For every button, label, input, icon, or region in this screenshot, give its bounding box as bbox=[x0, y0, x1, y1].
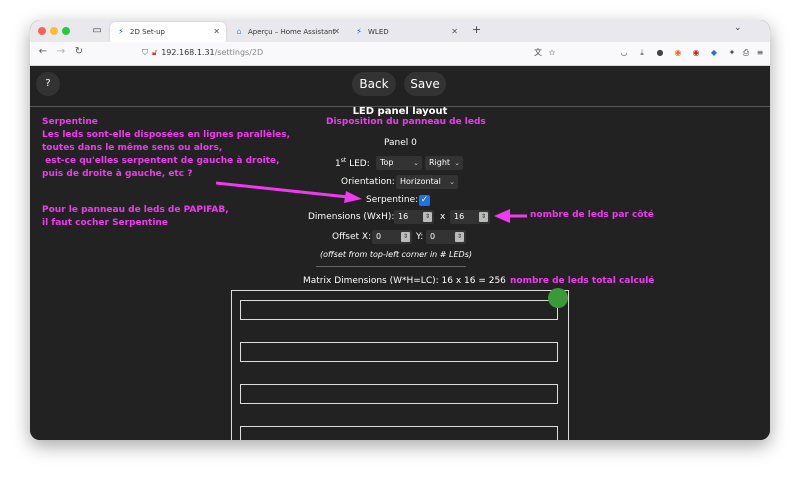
url-host: 192.168.1.31 bbox=[161, 48, 215, 57]
extensions-icon[interactable]: ✦ bbox=[726, 46, 738, 60]
close-tab-icon[interactable]: ✕ bbox=[333, 22, 340, 42]
tab-bar: ▭ ⚡ 2D Set-up ✕ ⌂ Aperçu – Home Assistan… bbox=[30, 20, 770, 42]
share-icon[interactable]: ⎙ bbox=[740, 46, 752, 60]
tab-label: WLED bbox=[368, 28, 389, 36]
close-tab-icon[interactable]: ✕ bbox=[213, 22, 220, 42]
downloads-icon[interactable]: ⤓ bbox=[636, 46, 648, 60]
serpentine-arrowhead-icon bbox=[344, 191, 362, 203]
extension-orange-icon[interactable]: ◉ bbox=[672, 46, 684, 60]
tab-wled[interactable]: ⚡ WLED ✕ bbox=[348, 22, 464, 42]
forward-arrow-icon[interactable]: → bbox=[54, 46, 68, 57]
minimize-window-button[interactable] bbox=[50, 27, 58, 35]
close-tab-icon[interactable]: ✕ bbox=[451, 22, 458, 42]
translate-icon[interactable]: 文 bbox=[532, 46, 544, 60]
url-bar[interactable]: ⛉ 🔓︎ 192.168.1.31/settings/2D bbox=[142, 45, 263, 61]
page-content: ? Back Save LED panel layout Disposition… bbox=[30, 66, 770, 440]
per-side-arrowhead-icon bbox=[494, 209, 510, 223]
wled-favicon-icon: ⚡ bbox=[118, 27, 124, 36]
url-path: /settings/2D bbox=[214, 48, 264, 57]
tab-overview-icon[interactable]: ▭ bbox=[90, 24, 104, 38]
bookmark-star-icon[interactable]: ☆ bbox=[546, 46, 558, 60]
wled-favicon-icon: ⚡ bbox=[356, 27, 362, 36]
pocket-icon[interactable]: ◡ bbox=[618, 46, 630, 60]
serpentine-arrow bbox=[215, 181, 349, 199]
extension-blue-icon[interactable]: ◆ bbox=[708, 46, 720, 60]
annotation-arrows bbox=[215, 181, 527, 223]
home-assistant-favicon-icon: ⌂ bbox=[236, 27, 242, 36]
navigation-bar: ← → ↻ ⛉ 🔓︎ 192.168.1.31/settings/2D 文 ☆ ◡ … bbox=[30, 42, 770, 66]
reload-icon[interactable]: ↻ bbox=[72, 46, 86, 57]
extension-dark-icon[interactable]: ● bbox=[654, 46, 666, 60]
menu-icon[interactable]: ≡ bbox=[754, 46, 766, 60]
maximize-window-button[interactable] bbox=[62, 27, 70, 35]
extension-red-icon[interactable]: ◉ bbox=[690, 46, 702, 60]
tab-list-chevron-icon[interactable]: ⌄ bbox=[734, 23, 742, 33]
tab-label: 2D Set-up bbox=[130, 28, 165, 36]
shield-icon: ⛉ bbox=[142, 48, 148, 57]
browser-window: ▭ ⚡ 2D Set-up ✕ ⌂ Aperçu – Home Assistan… bbox=[30, 20, 770, 440]
new-tab-icon[interactable]: + bbox=[472, 23, 481, 36]
close-window-button[interactable] bbox=[38, 27, 46, 35]
tab-label: Aperçu – Home Assistant bbox=[248, 28, 336, 36]
tab-home-assistant[interactable]: ⌂ Aperçu – Home Assistant ✕ bbox=[228, 22, 346, 42]
back-arrow-icon[interactable]: ← bbox=[36, 46, 50, 57]
tab-2d-setup[interactable]: ⚡ 2D Set-up ✕ bbox=[110, 22, 226, 42]
insecure-lock-icon: 🔓︎ bbox=[152, 48, 158, 57]
